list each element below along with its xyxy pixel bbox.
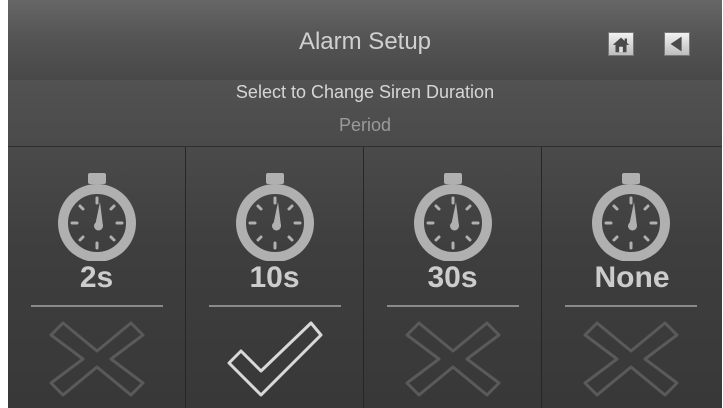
divider [31, 305, 163, 307]
instruction-band: Select to Change Siren Duration Period [8, 80, 722, 147]
option-label: None [594, 261, 670, 294]
checkmark-icon [223, 317, 327, 401]
x-icon [579, 317, 683, 401]
instruction-subtext: Period [338, 115, 392, 135]
back-button[interactable] [664, 32, 690, 56]
home-button[interactable] [608, 32, 634, 56]
stopwatch-icon [409, 171, 497, 261]
title-bar: Alarm Setup [8, 0, 722, 80]
stopwatch-icon [53, 171, 141, 261]
back-arrow-icon [670, 36, 682, 52]
divider [565, 305, 697, 307]
x-icon [401, 317, 505, 401]
option-10s[interactable]: 10s [186, 147, 364, 408]
stopwatch-icon [587, 171, 675, 261]
duration-options: 2s 10s 30s None [8, 147, 722, 408]
option-label: 2s [79, 261, 114, 294]
option-none[interactable]: None [542, 147, 722, 408]
home-icon [612, 37, 630, 53]
option-label: 30s [427, 261, 478, 294]
option-2s[interactable]: 2s [8, 147, 186, 408]
divider [209, 305, 341, 307]
x-icon [45, 317, 149, 401]
alarm-setup-screen: Alarm Setup Select to Change Siren Durat… [8, 0, 722, 408]
instruction-text: Select to Change Siren Duration [235, 82, 495, 102]
divider [387, 305, 519, 307]
stopwatch-icon [231, 171, 319, 261]
option-label: 10s [249, 261, 300, 294]
option-30s[interactable]: 30s [364, 147, 542, 408]
